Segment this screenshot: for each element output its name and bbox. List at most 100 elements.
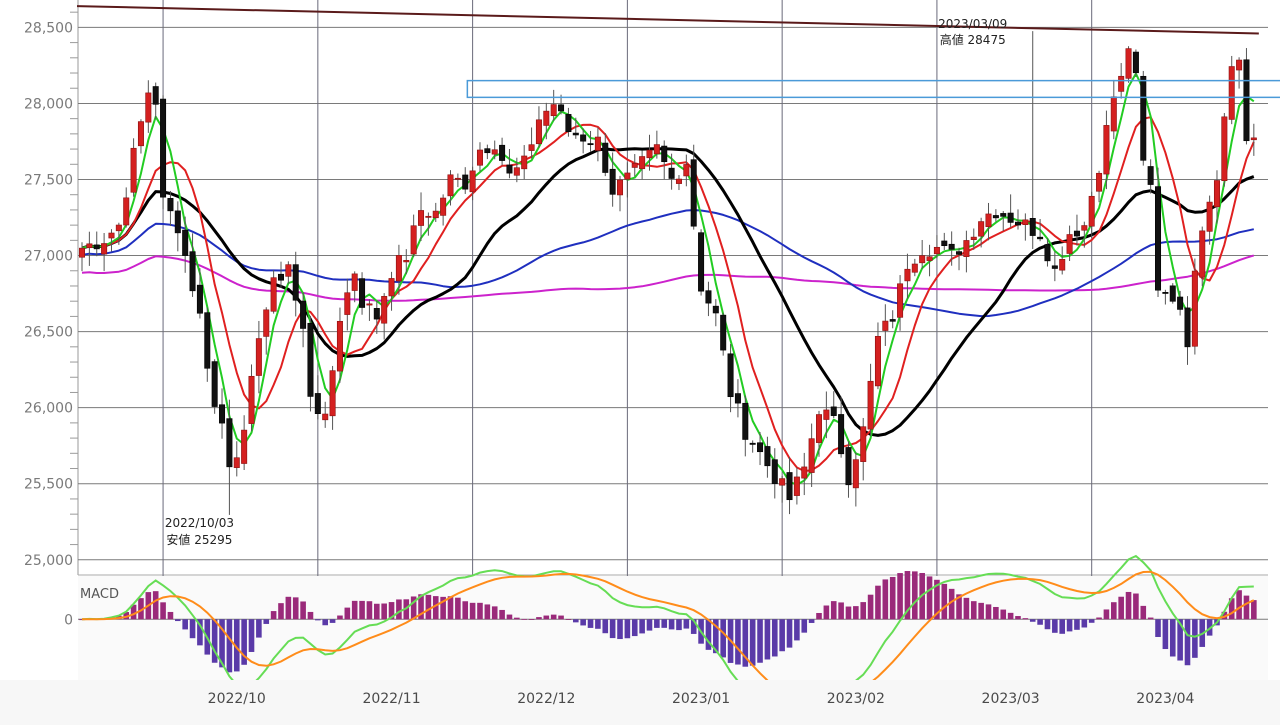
candle-body — [1162, 292, 1169, 294]
candle-body — [196, 284, 203, 314]
candle-body — [322, 413, 329, 421]
price-tick-label: 27,500 — [24, 172, 73, 188]
candle-body — [1250, 137, 1257, 141]
macd-bar — [816, 612, 822, 620]
candle-body — [845, 447, 852, 486]
candle-body — [219, 404, 226, 424]
macd-bar — [528, 619, 535, 620]
candle-body — [145, 92, 152, 123]
macd-bar — [315, 619, 321, 621]
time-tick-label: 2023/02 — [827, 691, 885, 707]
candle-body — [683, 164, 690, 177]
candle-body — [79, 247, 86, 258]
high-date-label: 2023/03/09 — [938, 17, 1007, 31]
candle-body — [521, 155, 528, 170]
candle-body — [734, 393, 741, 404]
candle-body — [1073, 230, 1080, 237]
macd-bar — [1074, 619, 1080, 630]
macd-bar — [912, 571, 918, 620]
candle-body — [793, 476, 800, 496]
macd-bar — [1103, 609, 1110, 620]
macd-bar — [676, 619, 682, 631]
macd-bar — [867, 594, 874, 620]
macd-bar — [624, 619, 631, 639]
macd-bar — [175, 619, 181, 622]
candle-body — [373, 308, 380, 320]
macd-bar — [1133, 593, 1139, 620]
candle-body — [476, 149, 483, 166]
macd-bar — [875, 585, 881, 620]
candle-body — [720, 314, 727, 351]
low-value-label: 安値 25295 — [166, 532, 232, 547]
macd-bar — [609, 619, 616, 639]
price-tick-label: 27,000 — [24, 249, 73, 265]
high-value-label: 高値 28475 — [940, 32, 1006, 47]
macd-zero-label: 0 — [64, 612, 73, 628]
candle-body — [432, 210, 439, 219]
candle-body — [248, 375, 255, 424]
candle-body — [351, 273, 358, 291]
time-tick-label: 2023/01 — [672, 691, 730, 707]
macd-bar — [735, 619, 741, 665]
price-tick-label: 28,000 — [24, 96, 73, 112]
macd-bar — [1111, 602, 1117, 620]
macd-bar — [491, 606, 498, 620]
macd-bar — [1184, 619, 1191, 666]
macd-bar — [1052, 619, 1058, 633]
candle-body — [690, 159, 697, 227]
candle-body — [889, 319, 896, 322]
candle-body — [160, 98, 167, 198]
candle-body — [911, 263, 918, 273]
macd-bar — [646, 619, 653, 631]
macd-bar — [425, 594, 432, 620]
candle-body — [1155, 186, 1162, 291]
candle-body — [381, 296, 388, 324]
candle-body — [1066, 234, 1073, 254]
time-tick-label: 2022/10 — [208, 691, 266, 707]
macd-bar — [351, 600, 358, 620]
macd-bar — [300, 601, 306, 620]
candle-body — [838, 414, 845, 455]
macd-bar — [1081, 619, 1088, 628]
candle-body — [653, 144, 660, 155]
macd-bar — [617, 619, 623, 640]
candle-body — [86, 243, 93, 249]
macd-bar — [270, 611, 277, 620]
macd-bar — [307, 611, 314, 620]
candle-body — [1236, 59, 1243, 71]
macd-bar — [941, 583, 948, 620]
macd-bar — [160, 602, 166, 620]
low-date-label: 2022/10/03 — [165, 516, 234, 530]
candle-body — [1096, 172, 1103, 192]
macd-bar — [668, 619, 675, 630]
macd-bar — [396, 599, 402, 620]
candle-body — [101, 243, 108, 255]
candle-body — [1088, 195, 1095, 227]
candle-body — [535, 119, 542, 145]
macd-bar — [1236, 590, 1242, 620]
candle-body — [123, 197, 130, 226]
candle-body — [926, 256, 933, 261]
price-tick-label: 25,500 — [24, 477, 73, 493]
candle-body — [712, 305, 719, 314]
macd-bar — [845, 606, 852, 620]
macd-bar — [838, 602, 844, 620]
macd-bar — [1059, 619, 1066, 634]
candle-body — [1132, 51, 1139, 74]
macd-bar — [278, 603, 284, 620]
macd-bar — [521, 618, 527, 620]
chart-canvas: 25,000 25,500 26,000 26,500 27,000 27,500 28,0… — [0, 0, 1280, 725]
candle-body — [1228, 66, 1235, 120]
macd-bar — [985, 604, 992, 620]
candle-body — [1118, 75, 1125, 92]
candle-body — [550, 104, 557, 117]
candle-body — [749, 442, 756, 445]
candle-body — [211, 361, 218, 407]
macd-bar — [550, 614, 557, 620]
candle-body — [860, 426, 867, 462]
macd-bar — [543, 615, 550, 620]
macd-bar — [779, 619, 785, 652]
candle-body — [919, 255, 926, 264]
candle-body — [956, 251, 963, 255]
candle-body — [241, 429, 248, 464]
